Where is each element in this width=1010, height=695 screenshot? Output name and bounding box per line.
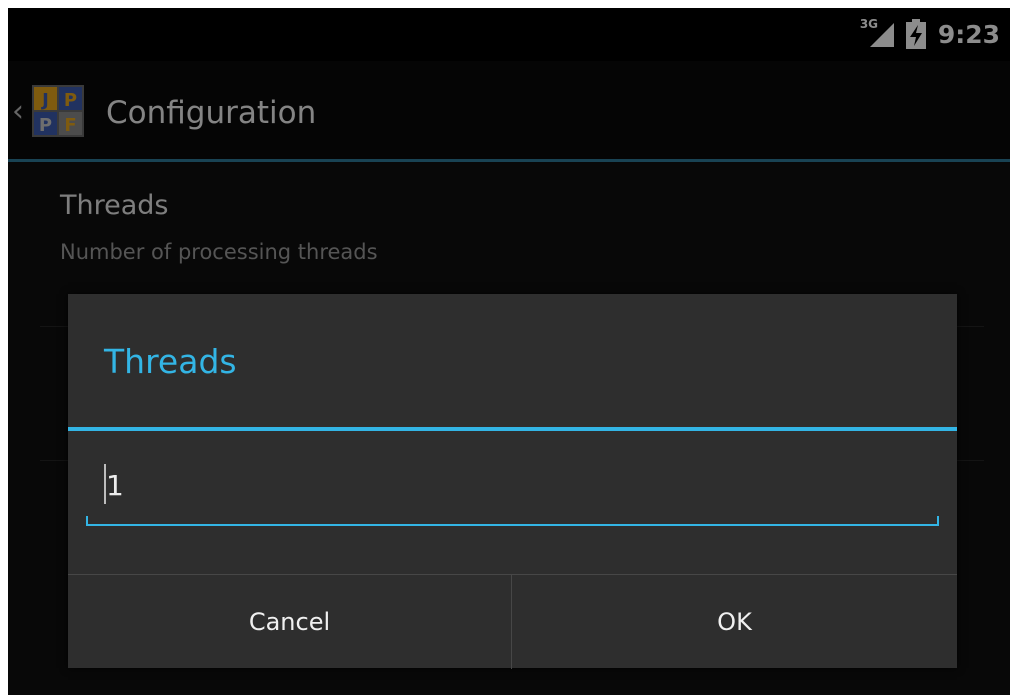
input-underline-tick	[86, 516, 88, 525]
dialog-title-divider	[68, 427, 957, 431]
threads-input-container[interactable]	[86, 454, 939, 526]
threads-dialog: Threads Cancel OK	[68, 294, 957, 669]
dialog-title: Threads	[104, 342, 237, 381]
cancel-button[interactable]: Cancel	[68, 575, 511, 669]
input-underline	[86, 524, 939, 526]
dialog-button-bar: Cancel OK	[68, 574, 957, 669]
device-screen: 3G 9:23 ‹ J P P F Configuration Threads …	[8, 8, 1010, 695]
input-underline-tick	[937, 516, 939, 525]
threads-input[interactable]	[106, 462, 906, 508]
ok-button[interactable]: OK	[512, 575, 957, 669]
